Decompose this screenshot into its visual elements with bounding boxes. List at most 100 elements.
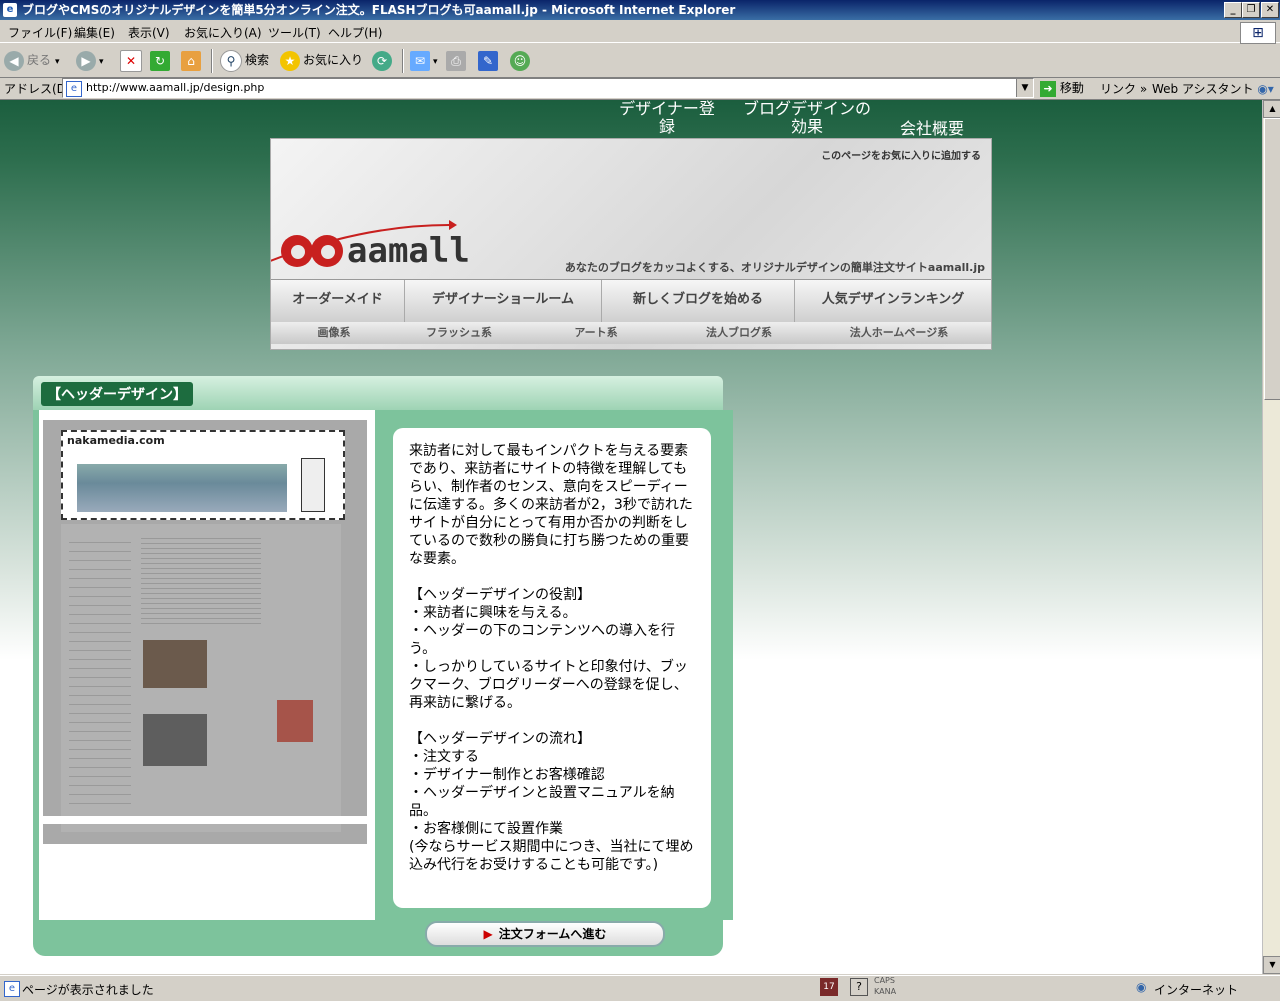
favorites-button[interactable]: ★ お気に入り — [280, 49, 363, 71]
vertical-scrollbar[interactable]: ▲ ▼ — [1262, 100, 1280, 974]
menu-edit[interactable]: 編集(E) — [74, 24, 115, 41]
panel-body: nakamedia.com 来訪者に対して最もインパクトを与える要素であり、来訪… — [33, 410, 733, 920]
restore-button[interactable]: ❐ — [1242, 2, 1260, 18]
screenshot-cut-line — [39, 816, 375, 824]
stop-icon: ✕ — [120, 49, 142, 72]
main-nav: オーダーメイド デザイナーショールーム 新しくブログを始める 人気デザインランキ… — [271, 279, 991, 322]
help-icon[interactable]: ? — [850, 978, 868, 996]
example-site-name: nakamedia.com — [67, 434, 165, 447]
aamall-logo[interactable]: aamall — [264, 215, 471, 275]
go-button[interactable]: ➜ 移動 — [1040, 79, 1084, 97]
caps-indicator: CAPS — [874, 976, 895, 985]
subnav-image[interactable]: 画像系 — [271, 322, 397, 344]
address-label: アドレス(D) — [4, 82, 71, 96]
globe-icon: ◉▾ — [1257, 82, 1274, 96]
window-titlebar: e ブログやCMSのオリジナルデザインを簡単5分オンライン注文。FLASHブログ… — [0, 0, 1280, 20]
example-side-image — [277, 700, 313, 742]
menu-file[interactable]: ファイル(F) — [8, 24, 72, 41]
edit-icon: ✎ — [478, 50, 498, 71]
go-arrow-icon: ➜ — [1040, 80, 1056, 97]
menu-help[interactable]: ヘルプ(H) — [328, 24, 382, 41]
web-assistant-button[interactable]: Web アシスタント ◉▾ — [1152, 80, 1274, 97]
window-title: ブログやCMSのオリジナルデザインを簡単5分オンライン注文。FLASHブログも可… — [22, 3, 736, 17]
calendar-icon: 17 — [820, 978, 838, 996]
status-bar: e ページが表示されました 17 ? CAPS KANA ◉ インターネット — [0, 975, 1280, 1001]
panel-titlebar: 【ヘッダーデザイン】 — [33, 376, 723, 410]
web-assistant-label: Web アシスタント — [1152, 82, 1254, 96]
example-signpost — [301, 458, 325, 512]
mail-button[interactable]: ✉ ▾ — [410, 49, 438, 71]
nav-designer-showroom[interactable]: デザイナーショールーム — [405, 280, 602, 322]
mail-icon: ✉ — [410, 50, 430, 71]
subnav-flash[interactable]: フラッシュ系 — [397, 322, 521, 344]
back-label: 戻る — [27, 53, 52, 67]
menu-tools[interactable]: ツール(T) — [268, 24, 321, 41]
subnav-art[interactable]: アート系 — [521, 322, 671, 344]
example-photo-1 — [143, 640, 207, 688]
minimize-button[interactable]: _ — [1224, 2, 1242, 18]
sub-nav: 画像系 フラッシュ系 アート系 法人ブログ系 法人ホームページ系 — [271, 322, 991, 344]
example-photo-2 — [143, 714, 207, 766]
security-zone: インターネット — [1154, 983, 1239, 997]
links-button[interactable]: リンク » — [1100, 80, 1147, 97]
search-icon: ⚲ — [220, 49, 242, 72]
close-button[interactable]: ✕ — [1261, 2, 1279, 18]
site-header: このページをお気に入りに追加する aamall あなたのブログをカッコよくする、… — [264, 138, 992, 350]
nav-design-ranking[interactable]: 人気デザインランキング — [795, 280, 991, 322]
forward-button[interactable]: ▶ ▾ — [76, 49, 104, 71]
menu-bar: ファイル(F) 編集(E) 表示(V) お気に入り(A) ツール(T) ヘルプ(… — [0, 20, 1280, 43]
home-icon: ⌂ — [181, 50, 201, 71]
edit-button[interactable]: ✎ — [478, 49, 501, 71]
panel-title: 【ヘッダーデザイン】 — [41, 382, 193, 406]
address-dropdown-icon[interactable]: ▼ — [1016, 79, 1033, 97]
messenger-button[interactable]: ☺ — [510, 49, 533, 71]
example-page-body — [61, 524, 341, 832]
forward-arrow-icon: ▶ — [76, 50, 96, 71]
menu-favorites[interactable]: お気に入り(A) — [184, 24, 262, 41]
toolbar-separator — [402, 49, 404, 73]
example-article-text — [141, 534, 261, 624]
subnav-corporate-blog[interactable]: 法人ブログ系 — [671, 322, 807, 344]
status-text: ページが表示されました — [22, 983, 154, 997]
menu-view[interactable]: 表示(V) — [128, 24, 170, 41]
search-label: 検索 — [245, 53, 270, 67]
description-box: 来訪者に対して最もインパクトを与える要素であり、来訪者にサイトの特徴を理解しても… — [393, 428, 711, 908]
chevron-right-icon: » — [1139, 82, 1148, 96]
nav-order-made[interactable]: オーダーメイド — [271, 280, 405, 322]
play-arrow-icon: ▶ — [483, 927, 493, 941]
globe-zone-icon: ◉ — [1136, 980, 1147, 994]
order-form-button[interactable]: ▶ 注文フォームへ進む — [425, 921, 665, 947]
scroll-up-icon[interactable]: ▲ — [1263, 100, 1280, 118]
history-icon: ⟳ — [372, 50, 392, 71]
ie-icon: e — [3, 3, 17, 17]
print-button[interactable]: ⎙ — [446, 49, 469, 71]
subnav-corporate-homepage[interactable]: 法人ホームページ系 — [807, 322, 991, 344]
links-label: リンク — [1100, 82, 1137, 96]
topnav-designer-register[interactable]: デザイナー登録 — [612, 100, 722, 136]
bookmark-link[interactable]: このページをお気に入りに追加する — [821, 147, 981, 162]
topnav-company[interactable]: 会社概要 — [890, 120, 974, 138]
windows-logo-icon: ⊞ — [1240, 22, 1276, 44]
home-button[interactable]: ⌂ — [181, 49, 204, 71]
order-form-label: 注文フォームへ進む — [498, 927, 607, 941]
refresh-button[interactable]: ↻ — [150, 49, 173, 71]
example-page-preview: nakamedia.com — [43, 420, 367, 844]
scroll-down-icon[interactable]: ▼ — [1263, 956, 1280, 974]
favorites-label: お気に入り — [303, 53, 364, 67]
scrollbar-thumb[interactable] — [1264, 118, 1280, 400]
address-input[interactable]: e http://www.aamall.jp/design.php ▼ — [62, 78, 1034, 98]
search-button[interactable]: ⚲ 検索 — [220, 49, 270, 72]
site-tagline: あなたのブログをカッコよくする、オリジナルデザインの簡単注文サイトaamall.… — [564, 261, 985, 274]
topnav-blog-design-effect[interactable]: ブログデザインの効果 — [740, 100, 874, 136]
toolbar-separator — [211, 49, 213, 73]
example-header-highlight: nakamedia.com — [61, 430, 345, 520]
stop-button[interactable]: ✕ — [120, 49, 145, 72]
history-button[interactable]: ⟳ — [372, 49, 395, 71]
example-screenshot: nakamedia.com — [39, 410, 375, 920]
page-status-icon: e — [4, 981, 20, 997]
go-label: 移動 — [1059, 81, 1084, 95]
example-sidebar — [69, 534, 131, 804]
nav-start-new-blog[interactable]: 新しくブログを始める — [602, 280, 795, 322]
description-text: 来訪者に対して最もインパクトを与える要素であり、来訪者にサイトの特徴を理解しても… — [409, 443, 694, 873]
back-button[interactable]: ◀ 戻る ▾ — [4, 49, 60, 71]
